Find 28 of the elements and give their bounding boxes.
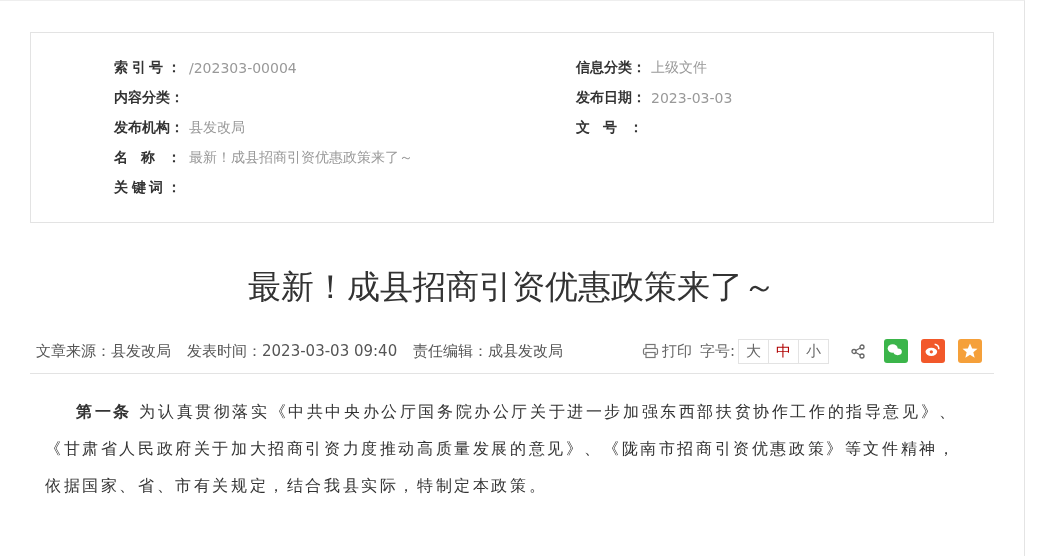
wechat-share-button[interactable] bbox=[884, 339, 908, 363]
field-label: 索引号： bbox=[114, 59, 181, 77]
field-value: 县发改局 bbox=[189, 119, 245, 137]
printer-icon bbox=[641, 343, 659, 359]
article-title: 最新！成县招商引资优惠政策来了～ bbox=[247, 266, 777, 308]
print-link[interactable]: 打印 bbox=[641, 341, 692, 361]
field-value: 最新！成县招商引资优惠政策来了～ bbox=[189, 149, 413, 167]
favorite-button[interactable] bbox=[958, 339, 982, 363]
article-meta: 发表时间：2023-03-03 09:40 bbox=[187, 341, 398, 361]
share-icon[interactable] bbox=[851, 343, 865, 359]
article-paragraph: 第一条 为认真贯彻落实《中共中央办公厅国务院办公厅关于进一步加强东西部扶贫协作工作的指导意见》、《甘肃省人民政府关于加大招商引资力度推动高质量发展的意见》、《陇南市招商引资优惠政策》等文件精神，依据国家、省、市有关规定，结合我县实际，特制定本政策。 bbox=[45, 401, 959, 497]
field-value: /202303-00004 bbox=[189, 60, 297, 76]
field-label: 关键词： bbox=[114, 179, 181, 197]
field-label: 发布日期： bbox=[576, 89, 643, 107]
weibo-share-button[interactable] bbox=[921, 339, 945, 363]
field-label: 名称： bbox=[114, 149, 181, 167]
field-value: 上级文件 bbox=[651, 59, 707, 77]
font-size-label: 字号: bbox=[699, 341, 735, 361]
field-label: 文号： bbox=[576, 119, 643, 137]
font-size-button[interactable]: 大 bbox=[738, 338, 769, 364]
field-label: 内容分类： bbox=[114, 89, 181, 107]
font-size-button[interactable]: 小 bbox=[798, 338, 829, 364]
article-meta: 文章来源：县发改局 bbox=[36, 341, 171, 361]
field-label: 信息分类： bbox=[576, 59, 643, 77]
article-meta: 责任编辑：成县发改局 bbox=[413, 341, 564, 361]
field-value: 2023-03-03 bbox=[651, 90, 733, 106]
font-size-button[interactable]: 中 bbox=[768, 338, 799, 364]
field-label: 发布机构： bbox=[114, 119, 181, 137]
